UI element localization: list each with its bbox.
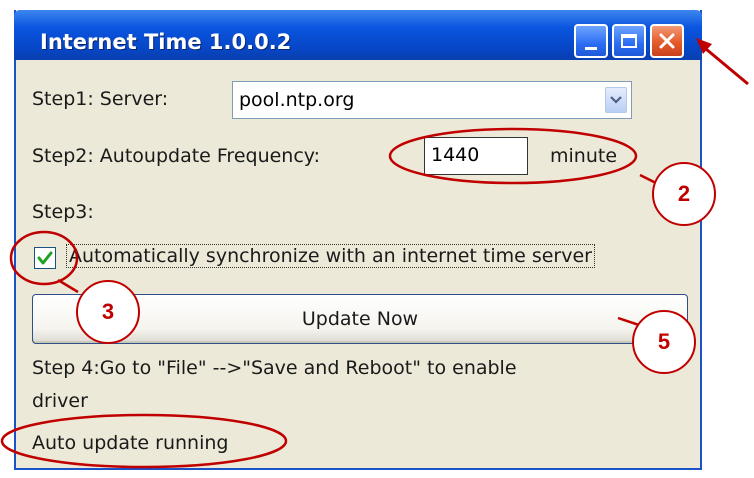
status-text: Auto update running — [32, 432, 229, 454]
annotation-badge-2: 2 — [652, 162, 716, 226]
annotation-badge-5: 5 — [632, 310, 696, 374]
internet-time-window — [14, 10, 702, 470]
select-dropdown-button[interactable] — [605, 87, 627, 113]
title-bar[interactable]: Internet Time 1.0.0.2 — [14, 10, 702, 60]
close-icon — [659, 33, 675, 49]
maximize-icon — [621, 34, 637, 48]
auto-sync-checkbox[interactable] — [34, 247, 56, 269]
step4-text-line1: Step 4:Go to "File" -->"Save and Reboot"… — [32, 357, 517, 379]
annotation-badge-3: 3 — [76, 280, 140, 344]
maximize-button[interactable] — [612, 24, 646, 58]
close-button[interactable] — [650, 24, 684, 58]
annotation-arrow-close — [699, 42, 749, 86]
step2-label: Step2: Autoupdate Frequency: — [32, 145, 321, 167]
minimize-icon — [585, 46, 597, 50]
frequency-unit-label: minute — [550, 145, 618, 167]
step3-label: Step3: — [32, 201, 94, 223]
frequency-input[interactable]: 1440 — [424, 137, 528, 175]
server-select[interactable]: pool.ntp.org — [232, 81, 632, 119]
server-select-value: pool.ntp.org — [239, 89, 355, 111]
chevron-down-icon — [610, 96, 622, 104]
step1-label: Step1: Server: — [32, 88, 169, 110]
checkmark-icon — [37, 251, 53, 265]
minimize-button[interactable] — [574, 24, 608, 58]
step4-text-line2: driver — [32, 390, 88, 412]
auto-sync-label[interactable]: Automatically synchronize with an intern… — [66, 244, 595, 268]
window-title: Internet Time 1.0.0.2 — [40, 30, 292, 54]
